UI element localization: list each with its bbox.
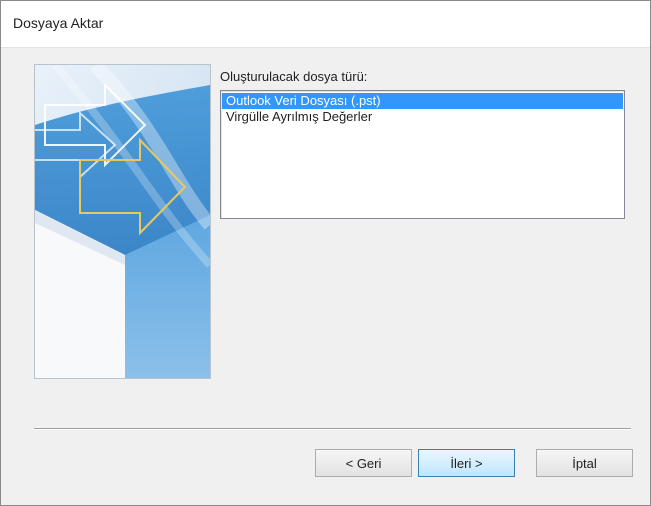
- back-button[interactable]: < Geri: [315, 449, 412, 477]
- title-bar: Dosyaya Aktar: [1, 1, 650, 48]
- wizard-graphic-icon: [34, 64, 211, 379]
- file-type-listbox[interactable]: Outlook Veri Dosyası (.pst) Virgülle Ayr…: [220, 90, 625, 219]
- file-type-label: Oluşturulacak dosya türü:: [220, 69, 368, 84]
- next-button[interactable]: İleri >: [418, 449, 515, 477]
- cancel-button[interactable]: İptal: [536, 449, 633, 477]
- window-title: Dosyaya Aktar: [13, 15, 104, 31]
- list-item[interactable]: Virgülle Ayrılmış Değerler: [222, 109, 623, 125]
- list-item[interactable]: Outlook Veri Dosyası (.pst): [222, 93, 623, 109]
- export-dialog: Dosyaya Aktar Oluşturulacak dosya türü: …: [0, 0, 651, 506]
- divider: [34, 428, 631, 430]
